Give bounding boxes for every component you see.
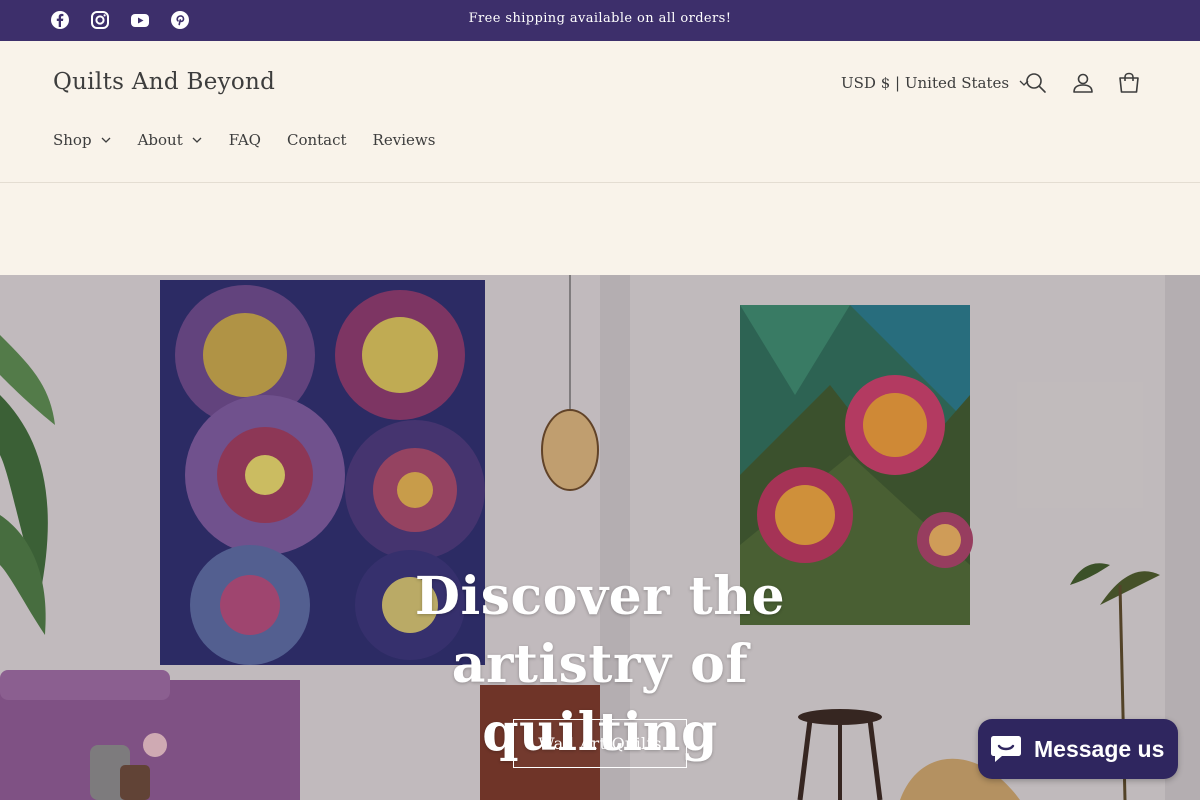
nav-label: FAQ <box>228 131 261 149</box>
nav-label: About <box>137 131 183 149</box>
account-icon[interactable] <box>1071 71 1095 95</box>
chat-bubble-icon <box>991 736 1021 762</box>
message-us-button[interactable]: Message us <box>978 719 1178 779</box>
nav-item-faq[interactable]: FAQ <box>229 131 261 149</box>
announcement-bar: Free shipping available on all orders! <box>0 0 1200 41</box>
search-icon[interactable] <box>1024 71 1048 95</box>
main-nav: Shop About FAQ Contact Reviews <box>53 131 435 149</box>
nav-item-reviews[interactable]: Reviews <box>373 131 436 149</box>
nav-label: Shop <box>53 131 92 149</box>
nav-item-shop[interactable]: Shop <box>53 131 112 149</box>
announcement-text: Free shipping available on all orders! <box>468 11 732 26</box>
chevron-down-icon <box>192 137 202 143</box>
blank-section <box>0 183 1200 275</box>
nav-label: Contact <box>286 131 347 149</box>
wall-art-quilts-button[interactable]: Wall Art Quilts <box>513 719 687 768</box>
store-logo[interactable]: Quilts And Beyond <box>53 69 275 95</box>
currency-selector[interactable]: USD $ | United States <box>841 74 1030 92</box>
currency-label: USD $ | United States <box>841 74 1010 92</box>
nav-item-contact[interactable]: Contact <box>287 131 347 149</box>
cart-icon[interactable] <box>1117 71 1141 95</box>
chevron-down-icon <box>101 137 111 143</box>
chat-label: Message us <box>1034 735 1165 762</box>
nav-label: Reviews <box>372 131 436 149</box>
site-header: Quilts And Beyond Shop About FAQ Contact… <box>0 41 1200 183</box>
nav-item-about[interactable]: About <box>138 131 203 149</box>
hero-title-line-1: Discover the artistry of <box>414 566 786 695</box>
